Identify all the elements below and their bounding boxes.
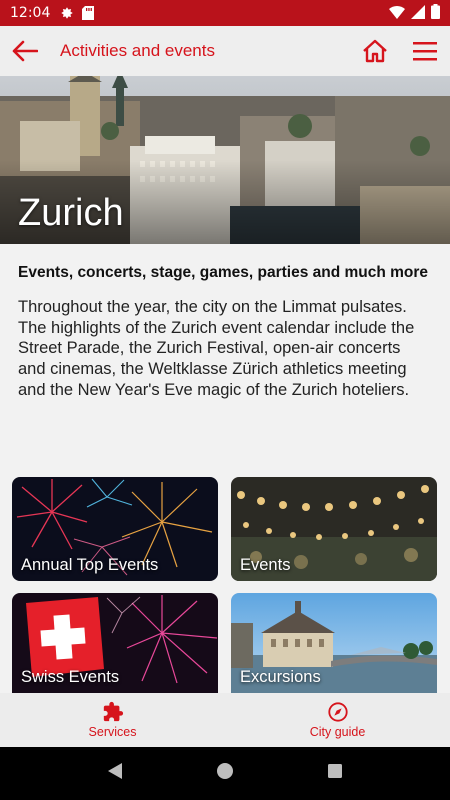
tile-label: Events: [240, 556, 291, 574]
bottom-navigation: Services City guide: [0, 693, 450, 747]
app-bar: Activities and events: [0, 26, 450, 76]
compass-icon: [327, 701, 349, 723]
puzzle-icon: [102, 701, 124, 723]
home-circle-icon[interactable]: [216, 762, 234, 785]
tile-events[interactable]: Events: [231, 477, 437, 581]
nav-city-guide[interactable]: City guide: [225, 693, 450, 747]
arrow-left-icon: [12, 40, 38, 62]
status-time: 12:04: [10, 5, 51, 21]
tile-label: Swiss Events: [21, 668, 120, 686]
nav-city-guide-label: City guide: [309, 725, 366, 739]
tile-annual-top-events[interactable]: Annual Top Events: [12, 477, 218, 581]
recents-square-icon[interactable]: [327, 763, 343, 784]
intro-subtitle: Events, concerts, stage, games, parties …: [18, 264, 429, 281]
page-title: Activities and events: [60, 41, 215, 60]
back-button[interactable]: [0, 26, 50, 76]
settings-gear-icon: [60, 6, 74, 20]
status-bar: 12:04: [0, 0, 450, 26]
back-triangle-icon[interactable]: [107, 762, 123, 785]
home-icon: [363, 39, 387, 63]
nav-services-label: Services: [88, 725, 137, 739]
tile-label: Annual Top Events: [21, 556, 159, 574]
sd-card-icon: [82, 6, 95, 20]
system-navigation-bar: [0, 747, 450, 800]
battery-icon: [431, 4, 440, 22]
hero-image: Zurich: [0, 76, 450, 244]
intro-section: Events, concerts, stage, games, parties …: [18, 262, 432, 401]
intro-body: Throughout the year, the city on the Lim…: [18, 298, 415, 399]
hero-title: Zurich: [18, 192, 124, 234]
tile-label: Excursions: [240, 668, 321, 686]
tile-swiss-events[interactable]: Swiss Events: [12, 593, 218, 693]
signal-icon: [411, 4, 425, 22]
home-button[interactable]: [350, 26, 400, 76]
menu-button[interactable]: [400, 26, 450, 76]
tile-excursions[interactable]: Excursions: [231, 593, 437, 693]
hamburger-menu-icon: [413, 42, 437, 61]
wifi-icon: [389, 5, 405, 22]
nav-services[interactable]: Services: [0, 693, 225, 747]
screen: 12:04 Activities and events Zurich Event…: [0, 0, 450, 800]
